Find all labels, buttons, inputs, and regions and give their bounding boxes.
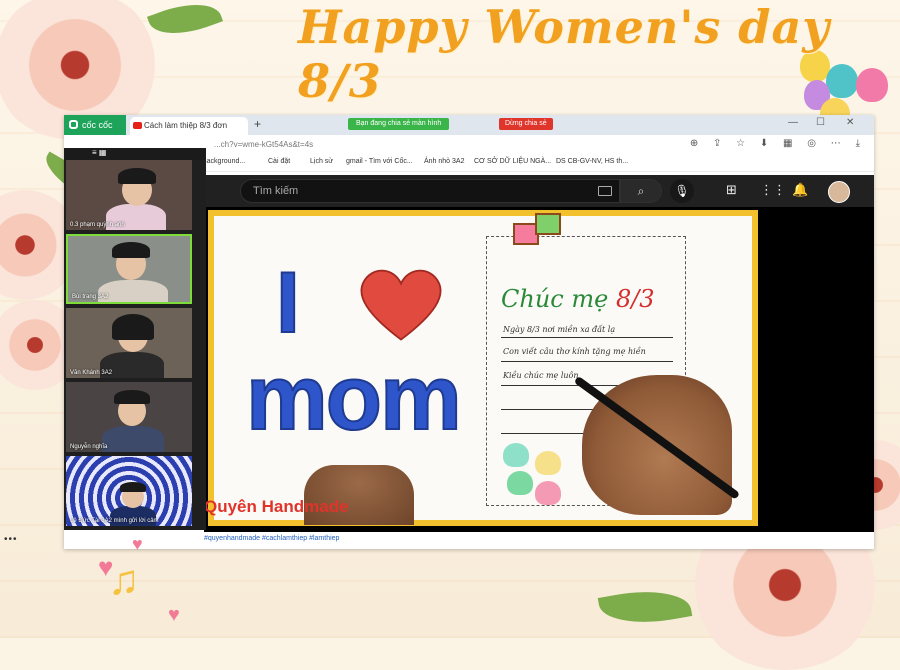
writing-line [501, 361, 673, 362]
red-heart [360, 269, 442, 341]
participant-shirt [98, 280, 168, 302]
screen-share-status: Bạn đang chia sẻ màn hình [348, 118, 450, 130]
bookmark-item[interactable]: Ảnh nhỏ 3A2 [424, 158, 464, 165]
tab-video[interactable]: Cách làm thiệp 8/3 đơn [130, 117, 248, 135]
mini-heart-green [507, 471, 533, 495]
participant-tile[interactable]: 0.3 phạm quỳnh anh [66, 160, 192, 230]
more-options-button[interactable]: ••• [4, 534, 18, 545]
mic-icon: 🎙 [674, 184, 690, 198]
participant-name: Nguyễn nghĩa [70, 444, 108, 450]
writing-line [501, 337, 673, 338]
bookmark-item[interactable]: CƠ SỞ DỮ LIỆU NGÀ... [474, 158, 551, 165]
card-line-2: Con viết câu thơ kính tặng mẹ hiền [503, 347, 646, 356]
bookmark-item[interactable]: Cài đặt [268, 158, 290, 165]
toolbar-icons[interactable]: ⊕ ⇪ ☆ ⬇ ▦ ◎ ⋯ ⤓ [690, 138, 866, 149]
card-word-mom: mom [245, 346, 463, 450]
banner-title: Happy Women's day 8/3 [298, 0, 831, 108]
card-heading: Chúc mẹ 8/3 [501, 285, 655, 313]
search-input[interactable]: Tìm kiếm [240, 179, 620, 203]
gallery-grid-icon[interactable]: ≡ ▦ [92, 148, 106, 157]
pink-heart-icon: ♥ [168, 604, 180, 626]
search-icon: ⌕ [637, 184, 645, 198]
video-hashtags[interactable]: #quyenhandmade #cachlamthiep #lamthiep [204, 535, 339, 542]
participant-hair [114, 390, 150, 404]
browser-brand[interactable]: cốc cốc [64, 115, 126, 135]
tab-title: Cách làm thiệp 8/3 đơn [144, 121, 228, 130]
gift-box-icon [535, 213, 561, 235]
url-field[interactable]: ...ch?v=wme-kGt54As&t=4s [214, 140, 313, 149]
bookmark-item[interactable]: Lịch sử [310, 158, 333, 165]
bookmark-item[interactable]: Background... [202, 158, 245, 165]
video-player[interactable]: I mom Chúc mẹ 8/3 Ngày 8/3 nơi miền xa đ… [204, 207, 874, 532]
participant-name: Văn Khánh 3A2 [70, 370, 113, 376]
mini-heart-pink [535, 481, 561, 505]
participant-hair [112, 242, 150, 258]
card-heading-red: 8/3 [615, 285, 655, 313]
pink-heart-icon: ♥ [132, 534, 143, 554]
account-avatar[interactable] [828, 181, 850, 203]
meeting-gallery: ≡ ▦ 0.3 phạm quỳnh anh Bùi trang 3A2 Văn… [64, 148, 206, 530]
close-icon[interactable]: ✕ [846, 117, 854, 128]
gallery-toolbar: ≡ ▦ [64, 148, 206, 160]
channel-watermark: Quyên Handmade [204, 497, 349, 516]
participant-name: 0.3 phạm quỳnh anh [70, 222, 125, 228]
youtube-header: Tìm kiếm ⌕ 🎙 ⊞ ⋮⋮ 🔔 [204, 175, 874, 207]
search-button[interactable]: ⌕ [620, 179, 662, 203]
coccoc-logo-icon [69, 120, 78, 129]
minimize-icon[interactable]: — [788, 117, 798, 128]
mic-button[interactable]: 🎙 [670, 179, 694, 203]
participant-hair [120, 482, 146, 492]
card-letter-i: I [275, 254, 301, 352]
participant-name: Lê Đức Tài 3A2 mình gửi lời cảm [70, 518, 159, 524]
participant-name: Bùi trang 3A2 [72, 294, 109, 300]
card-line-1: Ngày 8/3 nơi miền xa đất lạ [503, 325, 616, 334]
brand-label: cốc cốc [82, 120, 113, 130]
youtube-icon [133, 122, 142, 129]
pink-heart-icon: ♥ [98, 552, 114, 582]
stop-share-button[interactable]: Dừng chia sẻ [499, 118, 553, 130]
participant-tile[interactable]: Lê Đức Tài 3A2 mình gửi lời cảm [66, 456, 192, 526]
participant-hair [112, 314, 154, 340]
balloon-pink [856, 68, 888, 102]
balloon-teal [826, 64, 858, 98]
keyboard-icon[interactable] [598, 186, 612, 196]
participant-shirt [102, 426, 164, 452]
maximize-icon[interactable]: ☐ [816, 117, 825, 128]
card-heading-green: Chúc mẹ [501, 285, 609, 313]
bookmark-item[interactable]: gmail - Tìm với Cốc... [346, 158, 413, 165]
create-video-icon[interactable]: ⊞ [726, 182, 737, 198]
mini-heart-teal [503, 443, 529, 467]
tab-bar: cốc cốc Cách làm thiệp 8/3 đơn + Bạn đan… [64, 115, 874, 135]
new-tab-button[interactable]: + [254, 117, 261, 131]
apps-grid-icon[interactable]: ⋮⋮ [760, 182, 786, 198]
participant-tile[interactable]: Văn Khánh 3A2 [66, 308, 192, 378]
card-line-3: Kiều chúc mẹ luôn [503, 371, 579, 380]
participant-tile[interactable]: Nguyễn nghĩa [66, 382, 192, 452]
participant-hair [118, 168, 156, 184]
mini-heart-yellow [535, 451, 561, 475]
participant-tile-active[interactable]: Bùi trang 3A2 [66, 234, 192, 304]
bookmark-item[interactable]: DS CB-GV-NV, HS th... [556, 158, 628, 165]
notifications-bell-icon[interactable]: 🔔 [792, 182, 808, 198]
